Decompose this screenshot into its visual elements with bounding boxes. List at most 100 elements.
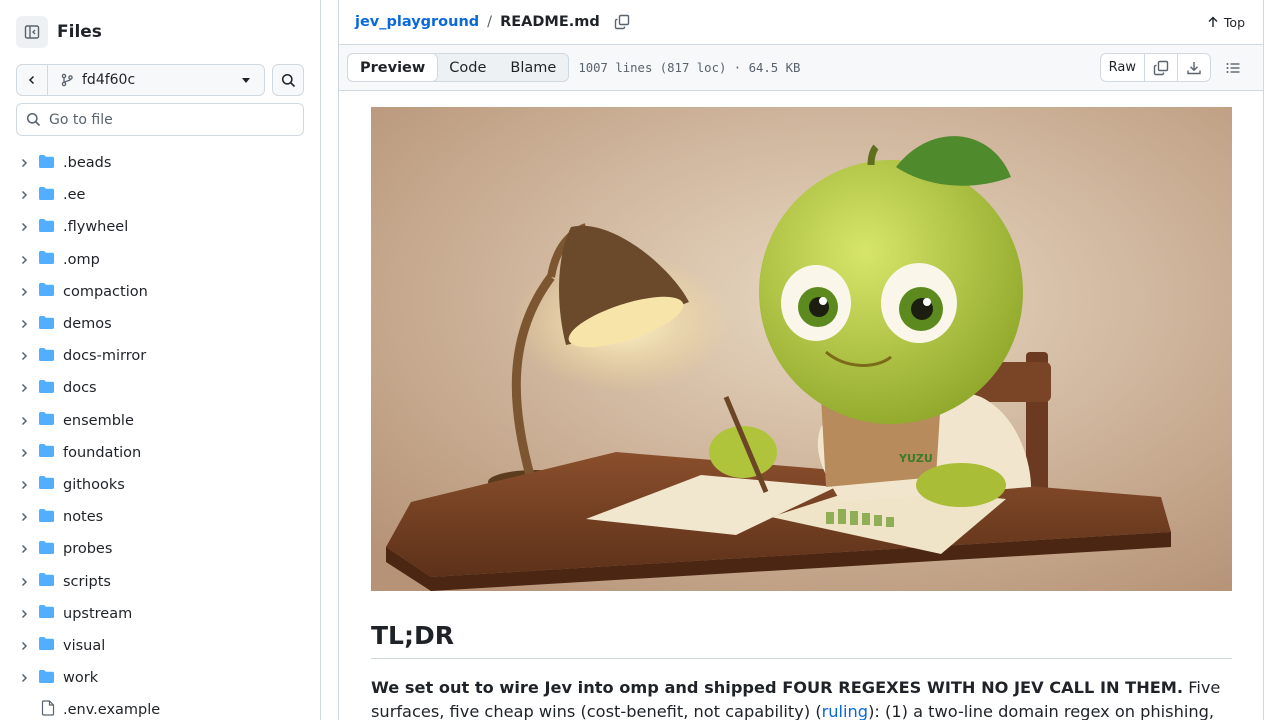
file-icon <box>41 700 55 720</box>
back-button[interactable] <box>17 65 48 95</box>
chevron-right-icon[interactable] <box>19 480 29 490</box>
chevron-right-icon[interactable] <box>19 609 29 619</box>
tab-blame[interactable]: Blame <box>498 54 568 81</box>
tree-folder-item[interactable]: compaction <box>0 276 320 308</box>
branch-selector-group: fd4f60c <box>16 64 265 96</box>
tree-folder-item[interactable]: .flywheel <box>0 211 320 243</box>
chevron-right-icon[interactable] <box>19 512 29 522</box>
search-icon <box>26 112 41 127</box>
tree-item-label: notes <box>63 509 104 526</box>
tree-folder-item[interactable]: visual <box>0 630 320 662</box>
chevron-right-icon[interactable] <box>19 319 29 329</box>
chevron-right-icon[interactable] <box>19 158 29 168</box>
raw-button[interactable]: Raw <box>1101 54 1144 81</box>
tab-code[interactable]: Code <box>437 54 498 81</box>
folder-icon <box>38 218 55 237</box>
download-button[interactable] <box>1177 54 1210 81</box>
branch-select-button[interactable]: fd4f60c <box>48 65 264 95</box>
folder-icon <box>38 604 55 623</box>
git-branch-icon <box>61 73 73 87</box>
breadcrumb-separator: / <box>487 14 493 30</box>
outline-button[interactable] <box>1217 53 1249 82</box>
go-to-file-input[interactable] <box>49 111 289 128</box>
list-unordered-icon <box>1226 62 1240 73</box>
raw-actions-group: Raw <box>1099 53 1211 82</box>
folder-icon <box>38 315 55 334</box>
tree-item-label: githooks <box>63 476 125 493</box>
file-actions: Raw <box>1099 53 1263 82</box>
file-tree-sidebar: Files fd4f60c Go to file .beads .ee .fly… <box>0 0 321 720</box>
chevron-right-icon[interactable] <box>19 544 29 554</box>
chevron-right-icon[interactable] <box>19 222 29 232</box>
file-header: jev_playground / README.md Top <box>339 0 1263 45</box>
tree-item-label: visual <box>63 637 106 654</box>
folder-icon <box>38 636 55 655</box>
chevron-right-icon[interactable] <box>19 448 29 458</box>
breadcrumb-file-name: README.md <box>500 14 600 30</box>
tree-folder-item[interactable]: .beads <box>0 147 320 179</box>
tree-folder-item[interactable]: .ee <box>0 179 320 211</box>
chevron-right-icon[interactable] <box>19 416 29 426</box>
chevron-right-icon[interactable] <box>19 255 29 265</box>
tree-folder-item[interactable]: upstream <box>0 598 320 630</box>
tree-item-label: docs <box>63 380 97 397</box>
copy-raw-button[interactable] <box>1144 54 1177 81</box>
file-toolbar: Preview Code Blame 1007 lines (817 loc) … <box>339 45 1263 91</box>
readme-bold-lead: We set out to wire Jev into omp and ship… <box>371 678 1184 697</box>
tree-item-label: .beads <box>63 155 112 172</box>
branch-row: fd4f60c <box>16 64 304 96</box>
tab-preview[interactable]: Preview <box>347 53 439 82</box>
tree-folder-item[interactable]: docs-mirror <box>0 340 320 372</box>
folder-icon <box>38 250 55 269</box>
tree-item-label: probes <box>63 541 113 558</box>
tree-folder-item[interactable]: ensemble <box>0 405 320 437</box>
chevron-right-icon[interactable] <box>19 383 29 393</box>
tree-folder-item[interactable]: probes <box>0 533 320 565</box>
readme-heading: TL;DR <box>371 621 1232 659</box>
tree-item-label: compaction <box>63 283 148 300</box>
copy-icon <box>1153 60 1169 75</box>
tree-folder-item[interactable]: docs <box>0 372 320 404</box>
folder-icon <box>38 379 55 398</box>
tree-folder-item[interactable]: foundation <box>0 437 320 469</box>
folder-icon <box>38 540 55 559</box>
go-to-file-field[interactable] <box>16 103 304 136</box>
collapse-sidebar-button[interactable] <box>16 16 48 48</box>
branch-name: fd4f60c <box>82 72 136 88</box>
tree-folder-item[interactable]: scripts <box>0 565 320 597</box>
readme-hero-image: YUZU <box>371 107 1232 591</box>
tree-item-label: .ee <box>63 187 86 204</box>
chevron-right-icon[interactable] <box>19 641 29 651</box>
tree-item-label: docs-mirror <box>63 348 147 365</box>
tree-folder-item[interactable]: githooks <box>0 469 320 501</box>
search-files-button[interactable] <box>272 64 304 96</box>
top-button[interactable]: Top <box>1207 15 1245 30</box>
sidebar-header: Files <box>16 16 102 48</box>
tree-item-label: demos <box>63 316 112 333</box>
copy-path-button[interactable] <box>614 14 630 30</box>
file-tree: .beads .ee .flywheel .omp compaction demos doc… <box>0 147 320 720</box>
tree-item-label: upstream <box>63 605 133 622</box>
chevron-right-icon[interactable] <box>19 577 29 587</box>
tree-folder-item[interactable]: demos <box>0 308 320 340</box>
tree-item-label: work <box>63 670 99 687</box>
chevron-right-icon[interactable] <box>19 351 29 361</box>
chevron-right-icon[interactable] <box>19 287 29 297</box>
tree-folder-item[interactable]: .omp <box>0 244 320 276</box>
chevron-right-icon[interactable] <box>19 673 29 683</box>
tree-folder-item[interactable]: work <box>0 662 320 694</box>
tree-folder-item[interactable]: notes <box>0 501 320 533</box>
folder-icon <box>38 282 55 301</box>
chevron-right-icon[interactable] <box>19 190 29 200</box>
readme-text-2: ): (1) a two-line domain regex on phishi… <box>868 702 1215 720</box>
top-label: Top <box>1223 14 1245 30</box>
file-stats: 1007 lines (817 loc) · 64.5 KB <box>578 60 801 75</box>
folder-icon <box>38 411 55 430</box>
breadcrumb-repo-link[interactable]: jev_playground <box>355 14 479 30</box>
tree-file-item[interactable]: .env.example <box>0 694 320 720</box>
folder-icon <box>38 347 55 366</box>
copy-icon <box>614 14 629 30</box>
folder-icon <box>38 508 55 527</box>
tree-item-label: .omp <box>63 251 100 268</box>
ruling-link[interactable]: ruling <box>822 702 868 720</box>
